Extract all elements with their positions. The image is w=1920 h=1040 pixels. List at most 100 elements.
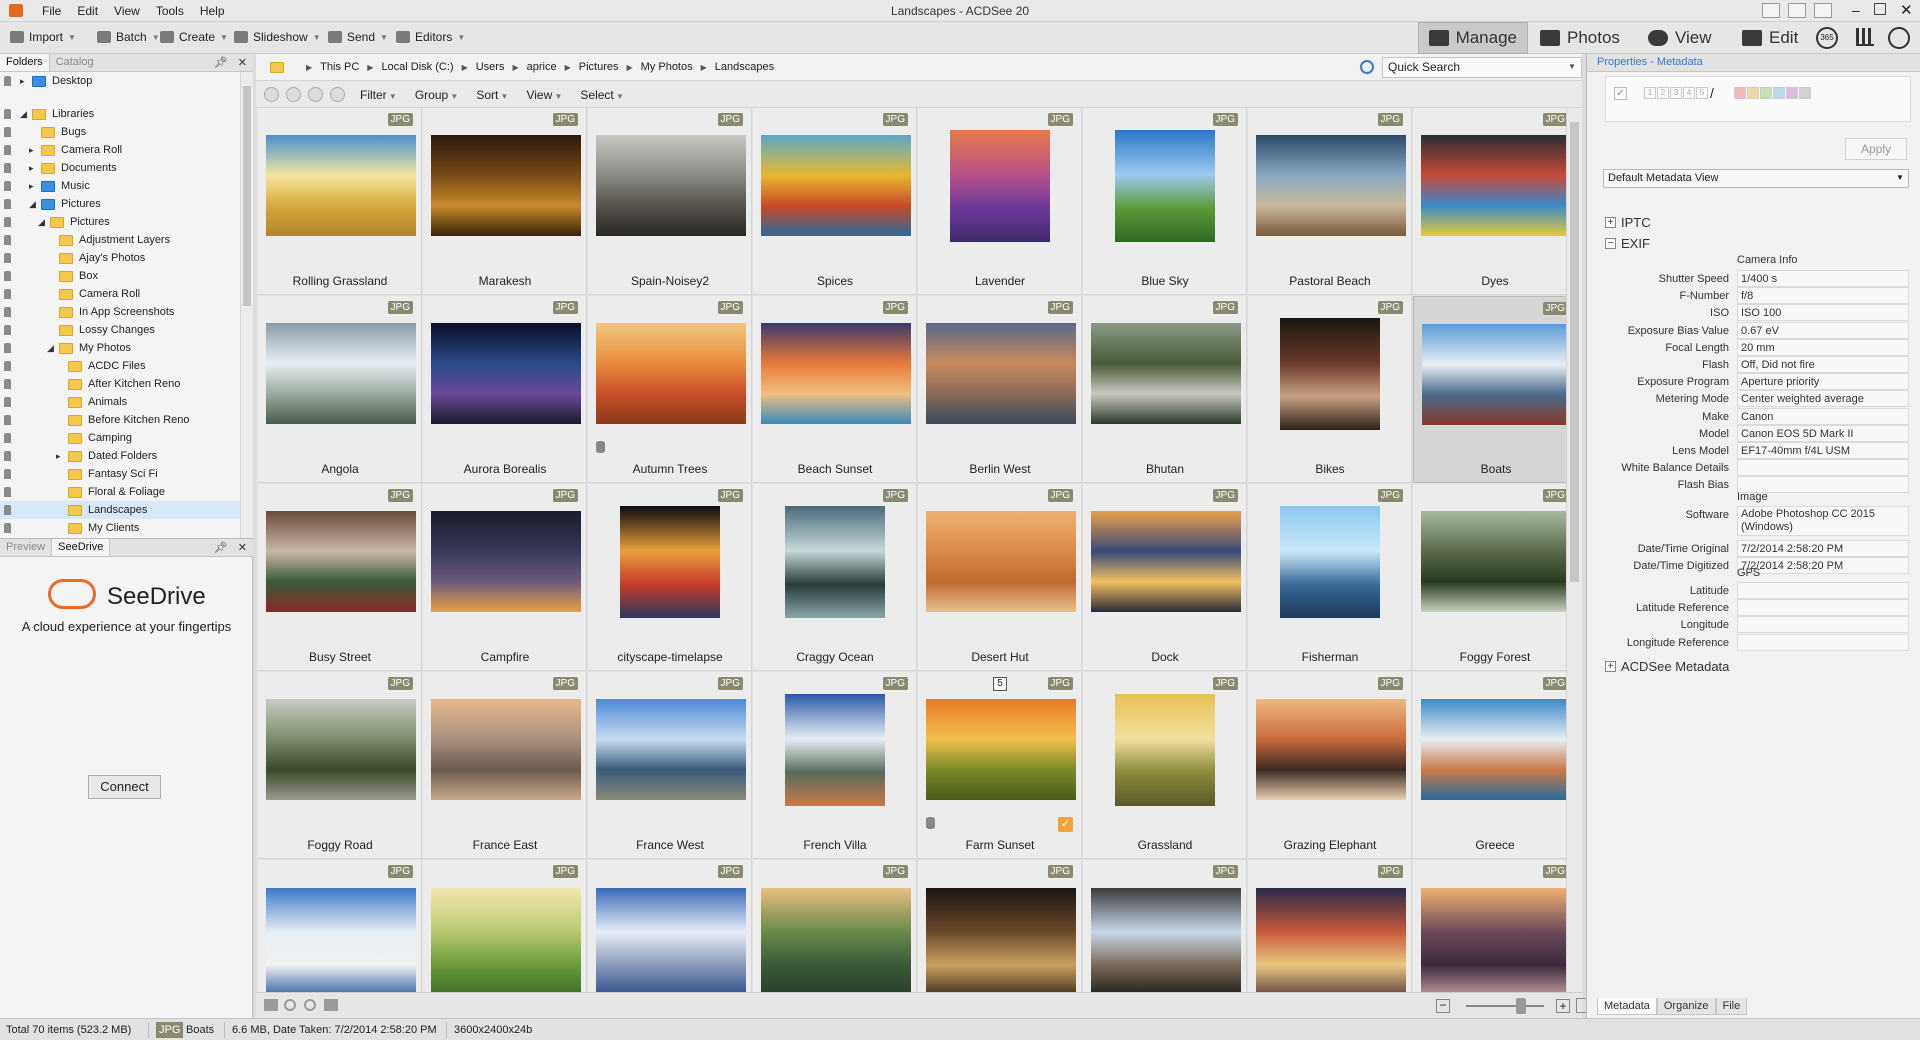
ultimate-mode-icon[interactable]: [1888, 27, 1910, 49]
thumbnail-item[interactable]: JPG Campfire: [423, 484, 587, 671]
breadcrumb-separator-icon[interactable]: ▶: [701, 63, 707, 72]
rating-1-button[interactable]: 1: [1644, 87, 1656, 99]
tab-organize[interactable]: Organize: [1656, 998, 1716, 1015]
tree-item[interactable]: Fantasy Sci Fi: [0, 465, 240, 483]
forward-icon[interactable]: [308, 87, 323, 102]
pin-icon[interactable]: [4, 325, 11, 335]
tree-item[interactable]: ◢ Pictures: [0, 195, 240, 213]
browser-menu-select[interactable]: Select ▼: [580, 88, 624, 102]
pin-icon[interactable]: [4, 469, 11, 479]
collapse-arrow-icon[interactable]: ◢: [38, 213, 45, 231]
metadata-view-select[interactable]: Default Metadata View: [1603, 169, 1909, 188]
pin-panel-icon[interactable]: 📌︎: [214, 56, 228, 69]
thumbnail-item[interactable]: JPG cityscape-timelapse: [588, 484, 752, 671]
thumbnail-item[interactable]: JPG: [588, 860, 752, 992]
thumbnail-item[interactable]: JPG 5 ✓ Farm Sunset: [918, 672, 1082, 859]
color-label-button[interactable]: [1773, 87, 1785, 99]
breadcrumb-separator-icon[interactable]: ▶: [565, 63, 571, 72]
expand-arrow-icon[interactable]: ▸: [20, 72, 25, 90]
tree-item[interactable]: Lossy Changes: [0, 321, 240, 339]
thumbnail-item[interactable]: JPG Grazing Elephant: [1248, 672, 1412, 859]
send-button[interactable]: Send ▼: [328, 30, 388, 44]
thumbnail-item[interactable]: JPG Boats: [1413, 296, 1566, 483]
metadata-value-field[interactable]: Adobe Photoshop CC 2015 (Windows): [1737, 506, 1909, 536]
collapse-arrow-icon[interactable]: ◢: [47, 339, 54, 357]
breadcrumb-separator-icon[interactable]: ▶: [306, 63, 312, 72]
browser-menu-sort[interactable]: Sort ▼: [476, 88, 508, 102]
thumbnail-item[interactable]: JPG Dyes: [1413, 108, 1566, 295]
metadata-value-field[interactable]: [1737, 599, 1909, 617]
breadcrumb-separator-icon[interactable]: ▶: [462, 63, 468, 72]
tag-checkbox-icon[interactable]: ✓: [1614, 87, 1627, 100]
metadata-value-field[interactable]: ISO 100: [1737, 304, 1909, 322]
tagged-checkbox-icon[interactable]: ✓: [1058, 817, 1073, 832]
breadcrumb-item[interactable]: Landscapes: [715, 61, 774, 73]
pin-icon[interactable]: [4, 217, 11, 227]
thumbnail-item[interactable]: JPG France East: [423, 672, 587, 859]
tree-item[interactable]: ▸ Desktop: [0, 72, 240, 90]
grid-scrollbar[interactable]: [1566, 108, 1582, 992]
dashboard-icon[interactable]: [1762, 3, 1780, 18]
thumbnail-item[interactable]: JPG Busy Street: [258, 484, 422, 671]
metadata-value-field[interactable]: f/8: [1737, 287, 1909, 305]
layout-icon[interactable]: [1788, 3, 1806, 18]
thumbnail-item[interactable]: JPG Craggy Ocean: [753, 484, 917, 671]
image-tools-icon[interactable]: [264, 999, 278, 1011]
color-label-button[interactable]: [1786, 87, 1798, 99]
tree-item[interactable]: My Clients: [0, 519, 240, 537]
pin-icon[interactable]: [4, 379, 11, 389]
browser-menu-view[interactable]: View ▼: [526, 88, 562, 102]
rotate-right-icon[interactable]: [304, 999, 316, 1011]
thumbnail-item[interactable]: JPG Bikes: [1248, 296, 1412, 483]
expand-arrow-icon[interactable]: ▸: [29, 177, 34, 195]
rotate-left-icon[interactable]: [284, 999, 296, 1011]
pin-icon[interactable]: [4, 253, 11, 263]
tree-item[interactable]: ▸ Music: [0, 177, 240, 195]
thumbnail-item[interactable]: JPG Spices: [753, 108, 917, 295]
thumbnail-item[interactable]: JPG Bhutan: [1083, 296, 1247, 483]
tree-item[interactable]: ◢ My Photos: [0, 339, 240, 357]
thumbnail-item[interactable]: JPG Blue Sky: [1083, 108, 1247, 295]
tree-item[interactable]: ▸ Camera Roll: [0, 141, 240, 159]
dashboard-mode-icon[interactable]: [1856, 28, 1874, 46]
thumbnail-item[interactable]: JPG Berlin West: [918, 296, 1082, 483]
refresh-icon[interactable]: [1360, 60, 1374, 74]
clear-rating-icon[interactable]: /: [1710, 85, 1714, 101]
breadcrumb-item[interactable]: This PC: [320, 61, 359, 73]
metadata-value-field[interactable]: 7/2/2014 2:58:20 PM: [1737, 540, 1909, 557]
rating-4-button[interactable]: 4: [1683, 87, 1695, 99]
rating-5-button[interactable]: 5: [1696, 87, 1708, 99]
back-icon[interactable]: [286, 87, 301, 102]
close-panel-icon[interactable]: ✕: [238, 541, 247, 554]
metadata-value-field[interactable]: 1/400 s: [1737, 270, 1909, 287]
thumbnail-item[interactable]: JPG Greece: [1413, 672, 1566, 859]
thumbnail-item[interactable]: JPG Dock: [1083, 484, 1247, 671]
edit-mode-button[interactable]: Edit: [1732, 22, 1816, 54]
thumbnail-item[interactable]: JPG Aurora Borealis: [423, 296, 587, 483]
pin-icon[interactable]: [4, 181, 11, 191]
tree-item[interactable]: ◢ Libraries: [0, 105, 240, 123]
metadata-value-field[interactable]: 20 mm: [1737, 338, 1909, 356]
expand-arrow-icon[interactable]: ▸: [29, 141, 34, 159]
editors-button[interactable]: Editors ▼: [396, 30, 465, 44]
pin-icon[interactable]: [4, 397, 11, 407]
tab-metadata[interactable]: Metadata: [1597, 998, 1657, 1015]
minimize-panel-icon[interactable]: [1814, 3, 1832, 18]
breadcrumb-item[interactable]: Local Disk (C:): [381, 61, 453, 73]
thumbnail-item[interactable]: JPG: [753, 860, 917, 992]
metadata-value-field[interactable]: EF17-40mm f/4L USM: [1737, 442, 1909, 459]
metadata-value-field[interactable]: Aperture priority: [1737, 373, 1909, 391]
breadcrumb-item[interactable]: My Photos: [641, 61, 693, 73]
quick-search-input[interactable]: Quick Search: [1382, 57, 1582, 78]
thumbnail-item[interactable]: JPG Foggy Road: [258, 672, 422, 859]
pin-panel-icon[interactable]: 📌︎: [214, 541, 228, 554]
color-label-button[interactable]: [1747, 87, 1759, 99]
rating-2-button[interactable]: 2: [1657, 87, 1669, 99]
metadata-value-field[interactable]: [1737, 582, 1909, 599]
tree-item[interactable]: Landscapes: [0, 501, 240, 519]
thumbnail-item[interactable]: JPG Pastoral Beach: [1248, 108, 1412, 295]
browser-menu-group[interactable]: Group ▼: [415, 88, 459, 102]
thumbnail-size-slider[interactable]: [1466, 1005, 1544, 1007]
thumbnail-item[interactable]: JPG France West: [588, 672, 752, 859]
pin-icon[interactable]: [4, 109, 11, 119]
